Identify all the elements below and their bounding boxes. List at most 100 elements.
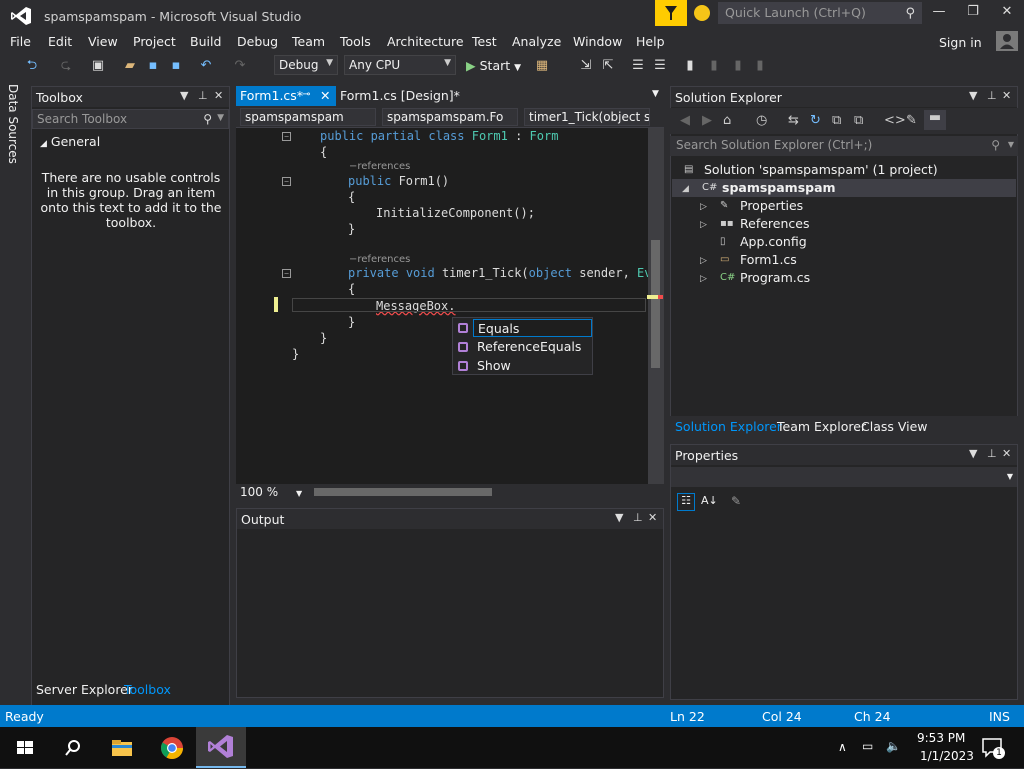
- view-code-icon[interactable]: <>: [884, 113, 906, 128]
- pin-icon[interactable]: ⊥: [633, 511, 643, 524]
- configuration-dropdown[interactable]: Debug ▼: [274, 55, 338, 75]
- close-icon[interactable]: ✕: [1002, 447, 1011, 460]
- menu-test[interactable]: Test: [472, 34, 497, 49]
- properties-object-dropdown[interactable]: ▼: [671, 467, 1017, 487]
- collapse-all-icon[interactable]: ⧉: [832, 113, 841, 128]
- project-dropdown[interactable]: spamspamspam: [240, 108, 376, 126]
- notifications-button[interactable]: 1: [980, 735, 1005, 759]
- completion-item-equals[interactable]: Equals: [453, 319, 592, 337]
- chevron-down-icon[interactable]: ▼: [969, 89, 977, 102]
- pin-icon[interactable]: ⊥: [987, 447, 997, 460]
- back-icon[interactable]: ⮌: [24, 58, 40, 74]
- pin-icon[interactable]: ⊸: [302, 89, 310, 100]
- start-debugging-button[interactable]: ▶ Start ▼: [466, 58, 521, 73]
- menu-help[interactable]: Help: [636, 34, 665, 49]
- chevron-down-icon[interactable]: ▼: [652, 89, 659, 99]
- step-into-icon[interactable]: ⇲: [578, 58, 594, 74]
- horizontal-scroll-thumb[interactable]: [314, 488, 492, 496]
- search-icon[interactable]: [58, 733, 88, 763]
- redo-icon[interactable]: ↷: [232, 58, 248, 74]
- completion-item-show[interactable]: Show: [453, 357, 592, 375]
- scroll-thumb[interactable]: [651, 240, 660, 368]
- menu-debug[interactable]: Debug: [237, 34, 278, 49]
- preview-selected-icon[interactable]: ▬: [924, 110, 946, 130]
- property-pages-icon[interactable]: ✎: [731, 494, 741, 508]
- collapsed-triangle-icon[interactable]: ▷: [700, 256, 707, 266]
- forward-icon[interactable]: ▶: [702, 113, 712, 128]
- bookmark-clear-icon[interactable]: ▮: [752, 58, 768, 74]
- categorized-icon[interactable]: ☷: [677, 493, 695, 511]
- comment-icon[interactable]: ☰: [630, 58, 646, 74]
- collapsed-triangle-icon[interactable]: ▷: [700, 274, 707, 284]
- close-icon[interactable]: ✕: [214, 89, 223, 102]
- collapse-icon[interactable]: −: [282, 177, 291, 186]
- tree-item-references[interactable]: References: [740, 216, 809, 231]
- bookmark-next-icon[interactable]: ▮: [730, 58, 746, 74]
- uncomment-icon[interactable]: ☰: [652, 58, 668, 74]
- completion-item-referenceequals[interactable]: ReferenceEquals: [453, 338, 592, 356]
- minimize-button[interactable]: —: [927, 4, 951, 24]
- file-explorer-icon[interactable]: [107, 733, 137, 763]
- chevron-down-icon[interactable]: ▼: [615, 511, 623, 524]
- home-icon[interactable]: ⌂: [723, 113, 731, 128]
- menu-view[interactable]: View: [88, 34, 118, 49]
- forward-icon[interactable]: ⮎: [58, 58, 74, 74]
- chevron-down-icon[interactable]: ▼: [180, 89, 188, 102]
- toolbox-search-input[interactable]: Search Toolbox ⚲ ▼: [32, 109, 229, 129]
- restore-button[interactable]: ❐: [961, 4, 985, 24]
- collapsed-triangle-icon[interactable]: ▷: [700, 202, 707, 212]
- clock-date[interactable]: 1/1/2023: [920, 749, 974, 763]
- menu-build[interactable]: Build: [190, 34, 221, 49]
- chrome-icon[interactable]: [157, 733, 187, 763]
- menu-tools[interactable]: Tools: [340, 34, 371, 49]
- tree-solution[interactable]: Solution 'spamspamspam' (1 project): [704, 162, 938, 177]
- menu-file[interactable]: File: [10, 34, 31, 49]
- quick-launch-input[interactable]: Quick Launch (Ctrl+Q) ⚲: [718, 2, 922, 24]
- tree-project[interactable]: spamspamspam: [722, 180, 836, 195]
- windows-start-icon[interactable]: [10, 733, 40, 763]
- save-all-icon[interactable]: ▪: [168, 58, 184, 74]
- pin-icon[interactable]: ⊥: [987, 89, 997, 102]
- back-icon[interactable]: ◀: [680, 113, 690, 128]
- collapse-icon[interactable]: −: [282, 269, 291, 278]
- collapsed-triangle-icon[interactable]: ▷: [700, 220, 707, 230]
- sync-icon[interactable]: ⇆: [788, 113, 799, 128]
- tab-class-view[interactable]: Class View: [861, 419, 928, 434]
- new-project-icon[interactable]: ▣: [90, 58, 106, 74]
- clock-time[interactable]: 9:53 PM: [917, 731, 965, 745]
- smiley-feedback-icon[interactable]: [694, 5, 710, 21]
- zoom-dropdown[interactable]: 100 % ▼: [240, 485, 302, 499]
- volume-icon[interactable]: 🔈: [886, 739, 901, 753]
- tab-toolbox[interactable]: Toolbox: [124, 682, 171, 697]
- tab-server-explorer[interactable]: Server Explorer: [36, 682, 133, 697]
- alphabetical-icon[interactable]: A↓: [701, 494, 718, 507]
- open-folder-icon[interactable]: ▰: [122, 58, 138, 74]
- pending-changes-icon[interactable]: ◷: [756, 113, 767, 128]
- toolbox-group-general[interactable]: ◢ General: [40, 134, 100, 149]
- tree-item-form1-cs[interactable]: Form1.cs: [740, 252, 797, 267]
- solution-search-input[interactable]: Search Solution Explorer (Ctrl+;) ⚲ ▼: [670, 136, 1018, 156]
- tree-item-app-config[interactable]: App.config: [740, 234, 807, 249]
- tab-team-explorer[interactable]: Team Explorer: [777, 419, 866, 434]
- close-icon[interactable]: ✕: [1002, 89, 1011, 102]
- taskbar-visual-studio-button[interactable]: [196, 727, 246, 768]
- platform-dropdown[interactable]: Any CPU ▼: [344, 55, 456, 75]
- bookmark-prev-icon[interactable]: ▮: [706, 58, 722, 74]
- menu-edit[interactable]: Edit: [48, 34, 72, 49]
- menu-team[interactable]: Team: [292, 34, 325, 49]
- expanded-triangle-icon[interactable]: ◢: [682, 184, 689, 194]
- feedback-filter-button[interactable]: [655, 0, 687, 26]
- class-dropdown[interactable]: spamspamspam.Fo: [382, 108, 518, 126]
- tree-item-properties[interactable]: Properties: [740, 198, 803, 213]
- save-icon[interactable]: ▪: [145, 58, 161, 74]
- undo-icon[interactable]: ↶: [198, 58, 214, 74]
- pin-icon[interactable]: ⊥: [198, 89, 208, 102]
- chevron-down-icon[interactable]: ▼: [1008, 140, 1014, 149]
- tab-solution-explorer[interactable]: Solution Explorer: [675, 419, 782, 434]
- step-over-icon[interactable]: ⇱: [600, 58, 616, 74]
- collapse-icon[interactable]: −: [282, 132, 291, 141]
- close-icon[interactable]: ✕: [648, 511, 657, 524]
- properties-wrench-icon[interactable]: ✎: [906, 113, 917, 128]
- browse-icon[interactable]: ▦: [534, 58, 550, 74]
- chevron-down-icon[interactable]: ▼: [969, 447, 977, 460]
